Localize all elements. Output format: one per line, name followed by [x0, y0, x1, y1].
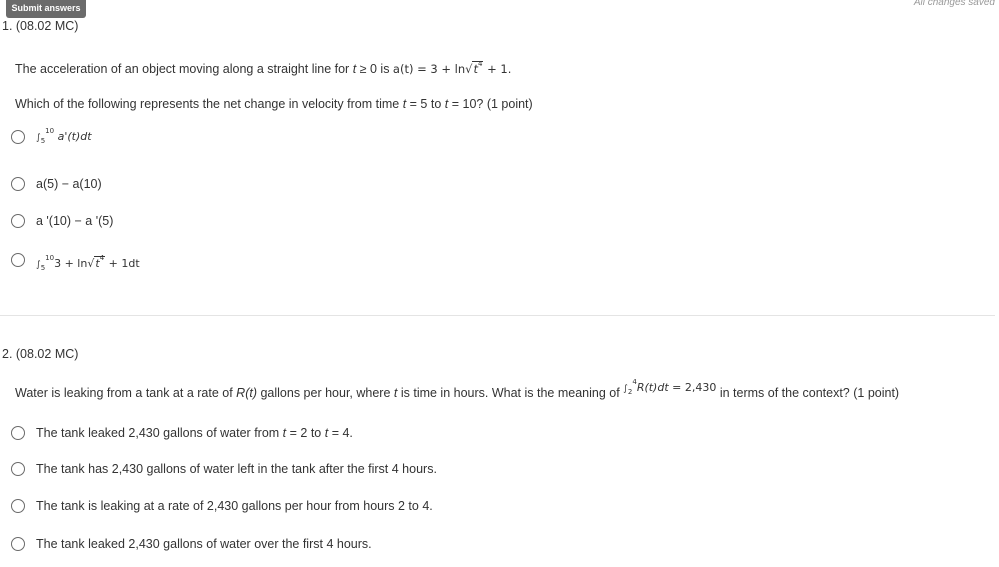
q1-option-3-label: a '(10) − a '(5)	[36, 214, 114, 228]
q2-option-3-radio[interactable]	[11, 499, 25, 513]
save-status: All changes saved	[913, 0, 995, 8]
q1-option-3-radio[interactable]	[11, 214, 25, 228]
q2-option-2-label: The tank has 2,430 gallons of water left…	[36, 462, 437, 476]
question-1-stem: The acceleration of an object moving alo…	[15, 60, 512, 76]
question-1-prompt: Which of the following represents the ne…	[15, 97, 533, 111]
q2-option-2-radio[interactable]	[11, 462, 25, 476]
q2-option-4-label: The tank leaked 2,430 gallons of water o…	[36, 537, 372, 551]
question-divider	[0, 315, 995, 316]
submit-answers-button[interactable]: Submit answers	[6, 0, 86, 18]
q1-option-2-label: a(5) − a(10)	[36, 177, 102, 191]
q1-option-4-label: ∫5103 + ln√t4 + 1dt	[36, 254, 140, 272]
q2-option-3-label: The tank is leaking at a rate of 2,430 g…	[36, 499, 433, 513]
question-1-header: 1. (08.02 MC)	[2, 19, 79, 33]
q1-option-1-label: ∫510 a'(t)dt	[36, 127, 92, 145]
q2-option-1-label: The tank leaked 2,430 gallons of water f…	[36, 426, 353, 440]
q2-option-1-radio[interactable]	[11, 426, 25, 440]
question-2-stem: Water is leaking from a tank at a rate o…	[15, 378, 900, 400]
q1-option-1-radio[interactable]	[11, 130, 25, 144]
q1-option-4-radio[interactable]	[11, 253, 25, 267]
question-2-header: 2. (08.02 MC)	[2, 347, 79, 361]
q1-option-2-radio[interactable]	[11, 177, 25, 191]
q2-option-4-radio[interactable]	[11, 537, 25, 551]
